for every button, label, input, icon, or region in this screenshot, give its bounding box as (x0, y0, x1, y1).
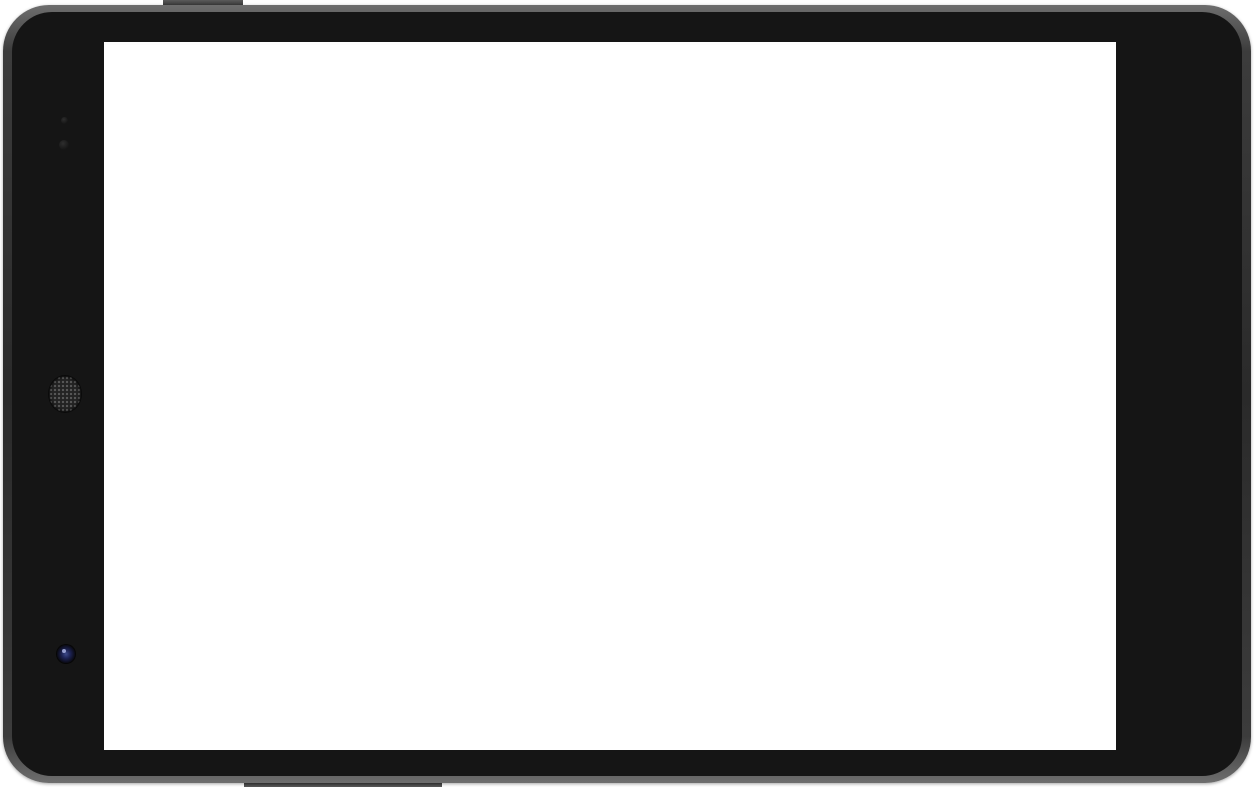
status-bar (104, 42, 1116, 45)
device-screen[interactable] (104, 42, 1116, 750)
camera-lens-glint (62, 649, 66, 653)
front-camera-icon (57, 645, 75, 663)
light-sensor-icon (61, 117, 68, 124)
proximity-sensor-icon (59, 140, 69, 150)
device-mockup (0, 0, 1254, 787)
speaker-grille-icon (49, 376, 81, 412)
